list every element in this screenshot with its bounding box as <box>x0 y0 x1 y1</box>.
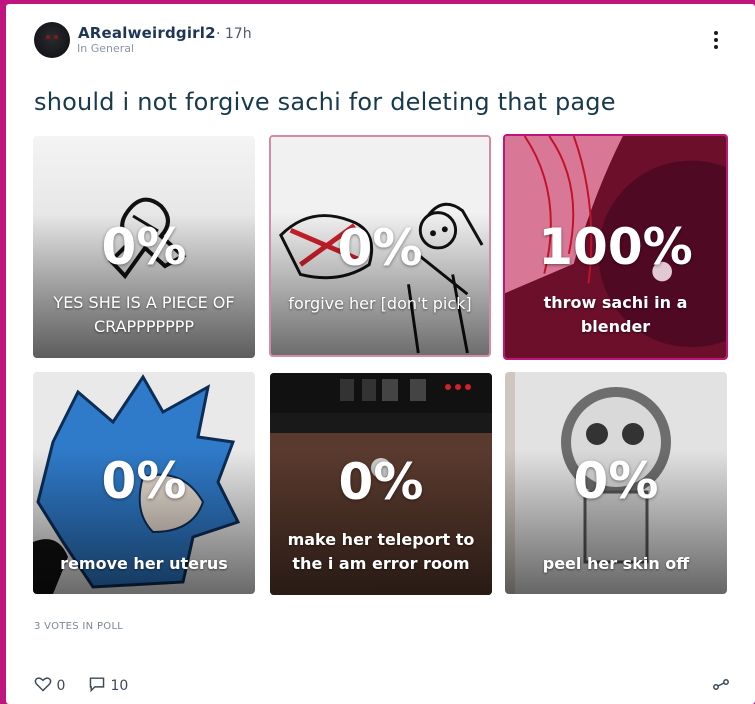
option-label: make her teleport to the i am error room <box>287 530 475 573</box>
option-percent: 0% <box>573 452 659 510</box>
post-category[interactable]: In General <box>77 42 134 55</box>
like-button[interactable]: 0 <box>34 676 65 694</box>
post-time: · 17h <box>216 26 252 42</box>
post-title: should i not forgive sachi for deleting … <box>34 88 616 116</box>
option-percent: 100% <box>538 218 693 276</box>
share-icon[interactable] <box>712 679 730 693</box>
poll-option[interactable]: 0% remove her uterus <box>33 372 255 594</box>
poll-option[interactable]: 0% YES SHE IS A PIECE OF CRAPPPPPPP <box>33 136 255 358</box>
comment-icon <box>89 677 105 693</box>
option-percent: 0% <box>337 219 423 277</box>
poll-option[interactable]: 0% forgive her [don't pick] <box>269 135 491 357</box>
option-label: YES SHE IS A PIECE OF CRAPPPPPPP <box>53 293 235 336</box>
more-icon <box>708 31 724 49</box>
option-label: forgive her [don't pick] <box>288 294 472 313</box>
option-label: throw sachi in a blender <box>543 293 688 336</box>
poll-option[interactable]: 0% peel her skin off <box>505 372 727 594</box>
option-percent: 0% <box>338 453 424 511</box>
heart-icon <box>34 677 52 692</box>
poll-option-selected[interactable]: 100% throw sachi in a blender <box>503 134 728 360</box>
poll-option[interactable]: 0% make her teleport to the i am error r… <box>270 373 492 595</box>
votes-count: 3 VOTES IN POLL <box>34 621 124 632</box>
option-percent: 0% <box>101 218 187 276</box>
author-name[interactable]: ARealweirdgirl2 <box>78 24 216 42</box>
avatar[interactable] <box>34 22 70 58</box>
option-percent: 0% <box>101 452 187 510</box>
option-label: peel her skin off <box>542 554 690 573</box>
comment-count: 10 <box>110 678 129 694</box>
more-options-button[interactable] <box>708 28 724 54</box>
like-count: 0 <box>56 678 66 694</box>
comment-button[interactable]: 10 <box>88 676 128 694</box>
option-label: remove her uterus <box>60 554 228 573</box>
post-card: ARealweirdgirl2 · 17h In General should … <box>6 4 755 704</box>
